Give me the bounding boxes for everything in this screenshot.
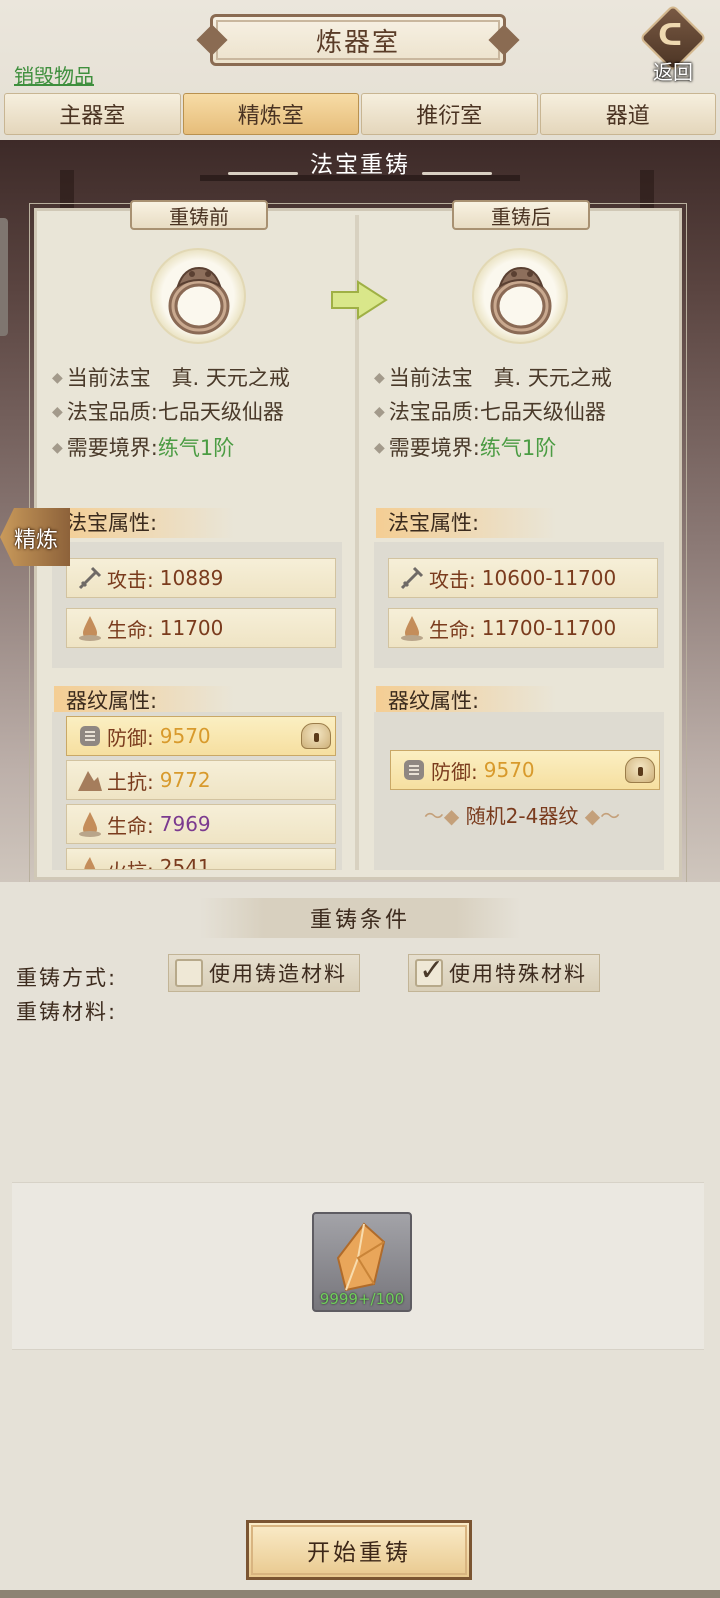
after-treasure-line: ◆ 当前法宝 真. 天元之戒 [374, 366, 612, 390]
start-reforge-button[interactable]: 开始重铸 [246, 1520, 472, 1580]
conditions-title-text: 重铸条件 [309, 908, 410, 933]
destroy-items-link[interactable]: 销毁物品 [14, 60, 94, 89]
before-realm-line: ◆ 需要境界:练气1阶 [52, 436, 235, 460]
before-rune-life-row[interactable]: 生命: 7969 [66, 804, 336, 844]
after-attack-value: 10600-11700 [481, 566, 617, 590]
amber-crystal-icon [336, 1222, 386, 1292]
life-drop-icon [73, 809, 107, 839]
side-tab-refine[interactable]: 精炼 [0, 500, 76, 578]
sword-icon [73, 563, 107, 593]
back-button-label: 返回 [653, 60, 693, 84]
tab-main-room[interactable]: 主器室 [4, 93, 181, 135]
option-forge-material[interactable]: 使用铸造材料 [168, 954, 360, 992]
earth-rune-icon [73, 765, 107, 795]
page-title-text: 炼器室 [315, 27, 400, 58]
checkbox-checked[interactable]: ✓ [415, 953, 444, 988]
before-rune-earth-row[interactable]: 土抗: 9772 [66, 760, 336, 800]
before-rune-defense-value: 9570 [159, 724, 211, 748]
bullet-diamond-icon: ◆ [374, 370, 385, 386]
bullet-diamond-icon: ◆ [52, 370, 63, 386]
after-rune-zone [374, 712, 664, 870]
shield-rune-icon [73, 721, 107, 751]
life-drop-icon [73, 613, 107, 643]
bullet-diamond-icon: ◆ [374, 404, 385, 420]
scrollbar-thumb[interactable] [0, 218, 8, 336]
before-heading: 重铸前 [130, 200, 268, 230]
before-life-value: 11700 [159, 616, 224, 640]
before-quality-value: 七品天级仙器 [157, 400, 284, 424]
after-attr-title: 法宝属性: [376, 508, 556, 538]
before-life-row: 生命: 11700 [66, 608, 336, 648]
before-treasure-name: 真. 天元之戒 [171, 366, 290, 390]
bullet-diamond-icon: ◆ [52, 440, 63, 456]
before-attack-row: 攻击: 10889 [66, 558, 336, 598]
before-rune-defense-row[interactable]: 防御: 9570 [66, 716, 336, 756]
material-slot[interactable]: 9999+/100 [312, 1212, 412, 1312]
bullet-diamond-icon: ◆ [52, 404, 63, 420]
after-heading-text: 重铸后 [491, 204, 551, 229]
tab-bar: 主器室 精炼室 推衍室 器道 [4, 93, 716, 137]
before-ring-slot[interactable] [150, 248, 246, 344]
reforge-title: 法宝重铸 [310, 152, 410, 178]
cloud-ornament [422, 172, 492, 175]
before-treasure-line: ◆ 当前法宝 真. 天元之戒 [52, 366, 290, 390]
checkmark-icon: ✓ [419, 953, 447, 988]
before-attack-value: 10889 [159, 566, 224, 590]
checkbox-unchecked[interactable] [175, 959, 203, 987]
method-label: 重铸方式: [16, 966, 118, 990]
conditions-title: 重铸条件 [200, 898, 520, 938]
option-special-material-label: 使用特殊材料 [449, 962, 587, 986]
option-forge-material-label: 使用铸造材料 [209, 962, 347, 986]
bullet-diamond-icon: ◆ [374, 440, 385, 456]
back-button[interactable]: ᑕ 返回 [639, 4, 707, 84]
arrow-right-icon [331, 280, 388, 320]
lock-icon[interactable] [301, 723, 331, 749]
tab-refine-room[interactable]: 精炼室 [182, 93, 359, 135]
side-tab-label: 精炼 [14, 528, 59, 553]
life-drop-icon [395, 613, 429, 643]
after-heading: 重铸后 [452, 200, 590, 230]
after-quality-line: ◆ 法宝品质:七品天级仙器 [374, 400, 606, 424]
sword-icon [395, 563, 429, 593]
option-special-material[interactable]: ✓ 使用特殊材料 [408, 953, 600, 992]
cloud-ornament [228, 172, 298, 175]
page-title: 炼器室 [210, 14, 506, 66]
after-realm-line: ◆ 需要境界:练气1阶 [374, 436, 557, 460]
before-rune-fire-row[interactable]: 火抗:2541 [66, 848, 336, 870]
tab-derive-room[interactable]: 推衍室 [361, 93, 538, 135]
material-label: 重铸材料: [16, 1000, 118, 1024]
before-rune-life-value: 7969 [159, 812, 211, 836]
before-quality-line: ◆ 法宝品质:七品天级仙器 [52, 400, 284, 424]
after-ring-slot[interactable] [472, 248, 568, 344]
material-count: 9999+/100 [319, 1290, 405, 1308]
ornament-left: ～◆ [423, 804, 460, 828]
before-attr-title: 法宝属性: [54, 508, 234, 538]
after-rune-defense-row[interactable]: 防御: 9570 [390, 750, 660, 790]
after-life-row: 生命: 11700-11700 [388, 608, 658, 648]
after-quality-value: 七品天级仙器 [479, 400, 606, 424]
ring-icon [490, 266, 552, 335]
before-realm-value: 练气1阶 [157, 436, 235, 460]
after-treasure-name: 真. 天元之戒 [493, 366, 612, 390]
tab-artifact-dao[interactable]: 器道 [539, 93, 716, 135]
after-attack-row: 攻击: 10600-11700 [388, 558, 658, 598]
start-reforge-label: 开始重铸 [307, 1540, 411, 1566]
fire-rune-icon [73, 853, 107, 869]
before-heading-text: 重铸前 [169, 204, 229, 229]
random-rune-note: ～◆ 随机2-4器纹 ◆～ [392, 800, 652, 829]
before-rune-fire-value: 2541 [159, 855, 211, 870]
shield-rune-icon [397, 755, 431, 785]
lock-icon[interactable] [625, 757, 655, 783]
before-rune-earth-value: 9772 [159, 768, 211, 792]
bottom-edge [0, 1590, 720, 1598]
back-arrow-icon: ᑕ [658, 18, 683, 53]
random-rune-text: 随机2-4器纹 [465, 804, 579, 828]
ring-icon [168, 266, 230, 335]
after-realm-value: 练气1阶 [479, 436, 557, 460]
after-life-value: 11700-11700 [481, 616, 617, 640]
after-rune-defense-value: 9570 [483, 758, 535, 782]
ornament-right: ◆～ [584, 804, 621, 828]
